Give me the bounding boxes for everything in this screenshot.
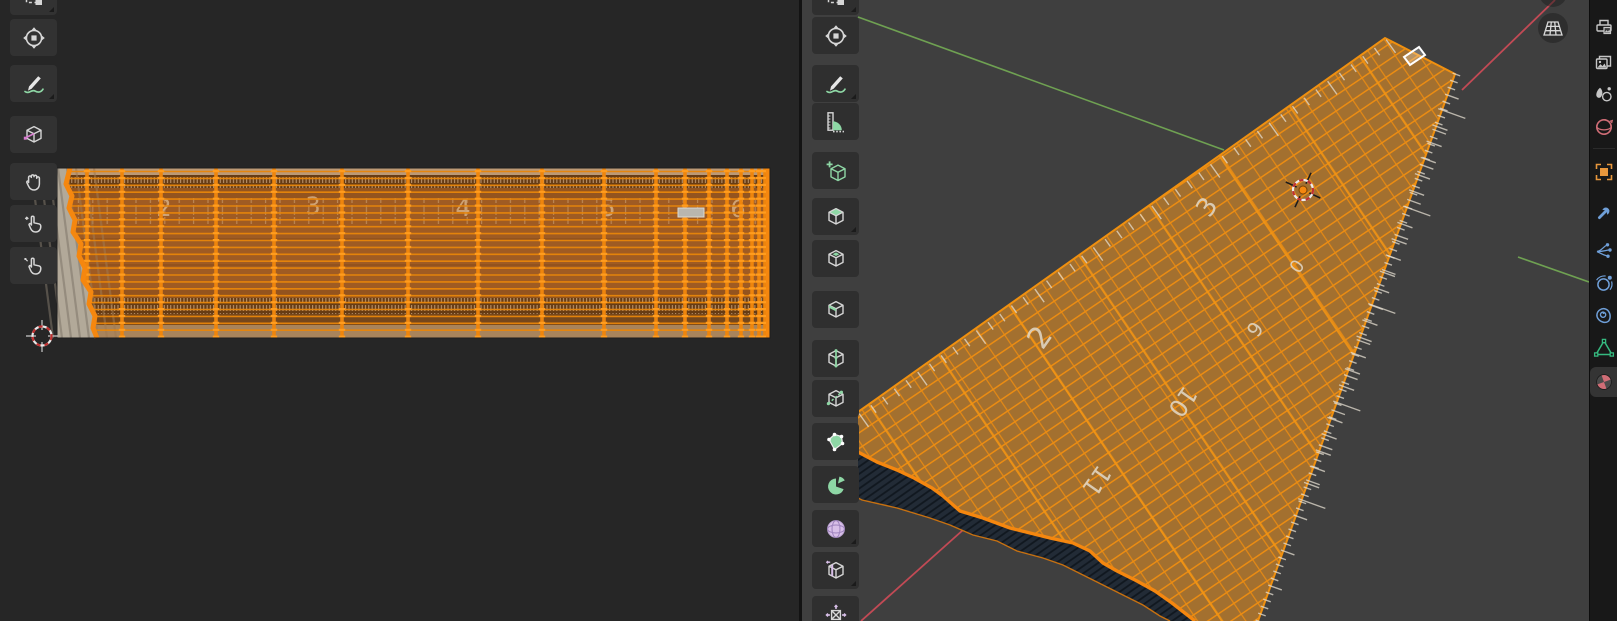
spin-tool-button[interactable] [812, 466, 859, 503]
edge-slide-tool-button[interactable] [812, 552, 859, 589]
smooth-icon [824, 517, 848, 541]
uv-editor-canvas[interactable]: 23456 [0, 0, 799, 621]
object-data-properties-icon [1593, 337, 1615, 359]
y-axis-line-right [1518, 257, 1589, 282]
shrink-fatten-tool-button[interactable] [812, 596, 859, 621]
grab-icon [22, 170, 46, 194]
uv-mesh[interactable] [57, 168, 770, 338]
object-properties-icon [1593, 161, 1615, 183]
properties-tab-object[interactable] [1590, 157, 1617, 187]
shrink-fatten-icon [824, 603, 848, 621]
properties-tab-modifier[interactable] [1590, 198, 1617, 228]
viewport-nav-button-partial[interactable] [1539, 0, 1567, 7]
inset-faces-tool-button[interactable] [812, 240, 859, 277]
material-properties-icon [1593, 371, 1615, 393]
scene-properties-icon [1593, 84, 1615, 106]
properties-tab-object-data[interactable] [1590, 333, 1617, 363]
properties-tab-particles[interactable] [1590, 235, 1617, 265]
pinch-icon [22, 254, 46, 278]
knife-icon [824, 387, 848, 411]
annotate-tool-button[interactable] [10, 65, 57, 102]
poly-build-tool-button[interactable] [812, 423, 859, 460]
knife-tool-button[interactable] [812, 380, 859, 417]
properties-tab-scene[interactable] [1590, 80, 1617, 110]
uv-image-view[interactable]: 23456 [0, 0, 799, 621]
transform-icon [824, 24, 848, 48]
extrude-region-icon [824, 205, 848, 229]
y-axis-line [858, 17, 1224, 150]
transform-tool-button[interactable] [812, 17, 859, 54]
transform-tool-button[interactable] [10, 19, 57, 56]
edge-slide-icon [824, 559, 848, 583]
x-axis-line-top [1462, 0, 1555, 90]
blender-window: 23456 23061011 [0, 0, 1617, 621]
smooth-tool-button[interactable] [812, 510, 859, 547]
tab-separator [1593, 148, 1615, 149]
object-origin-dot [1299, 186, 1307, 194]
modifier-properties-icon [1593, 202, 1615, 224]
select-box-icon [824, 0, 848, 9]
annotate-icon [824, 72, 848, 96]
3d-viewport-canvas[interactable]: 23061011 [802, 0, 1589, 621]
world-properties-icon [1593, 116, 1615, 138]
spin-icon [824, 473, 848, 497]
properties-tab-constraints[interactable] [1590, 301, 1617, 331]
uv-image: 23456 [31, 168, 770, 338]
inset-faces-icon [824, 247, 848, 271]
relax-tool-button[interactable] [10, 205, 57, 242]
properties-tab-view-layer[interactable] [1590, 48, 1617, 78]
constraints-properties-icon [1593, 305, 1615, 327]
output-properties-icon [1593, 16, 1615, 38]
view-layer-properties-icon [1593, 52, 1615, 74]
loop-cut-tool-button[interactable] [812, 340, 859, 377]
properties-tab-strip [1589, 0, 1617, 621]
select-box-tool-button[interactable] [812, 0, 859, 15]
pinch-tool-button[interactable] [10, 247, 57, 284]
physics-properties-icon [1593, 272, 1615, 294]
particles-properties-icon [1593, 239, 1615, 261]
uv-active-face[interactable] [678, 208, 704, 217]
uv-2d-cursor [26, 320, 58, 352]
transform-icon [22, 26, 46, 50]
bevel-icon [824, 298, 848, 322]
perspective-ortho-toggle[interactable] [1538, 13, 1568, 43]
rip-region-tool-button[interactable] [10, 116, 57, 153]
properties-tab-output[interactable] [1590, 12, 1617, 42]
extrude-region-tool-button[interactable] [812, 198, 859, 235]
annotate-icon [22, 72, 46, 96]
measure-icon [824, 110, 848, 134]
add-cube-tool-button[interactable] [812, 152, 859, 189]
loop-cut-icon [824, 347, 848, 371]
grab-tool-button[interactable] [10, 163, 57, 200]
add-cube-icon [824, 159, 848, 183]
bevel-tool-button[interactable] [812, 291, 859, 328]
x-axis-line [861, 530, 963, 621]
rip-region-icon [22, 123, 46, 147]
properties-tab-material[interactable] [1590, 367, 1617, 397]
annotate-tool-button[interactable] [812, 65, 859, 102]
select-box-tool-button[interactable] [10, 0, 57, 15]
relax-icon [22, 212, 46, 236]
properties-tab-world[interactable] [1590, 112, 1617, 142]
poly-build-icon [824, 430, 848, 454]
measure-tool-button[interactable] [812, 103, 859, 140]
properties-tab-physics[interactable] [1590, 268, 1617, 298]
select-box-icon [22, 0, 46, 9]
3d-scene[interactable]: 23061011 [802, 0, 1589, 621]
